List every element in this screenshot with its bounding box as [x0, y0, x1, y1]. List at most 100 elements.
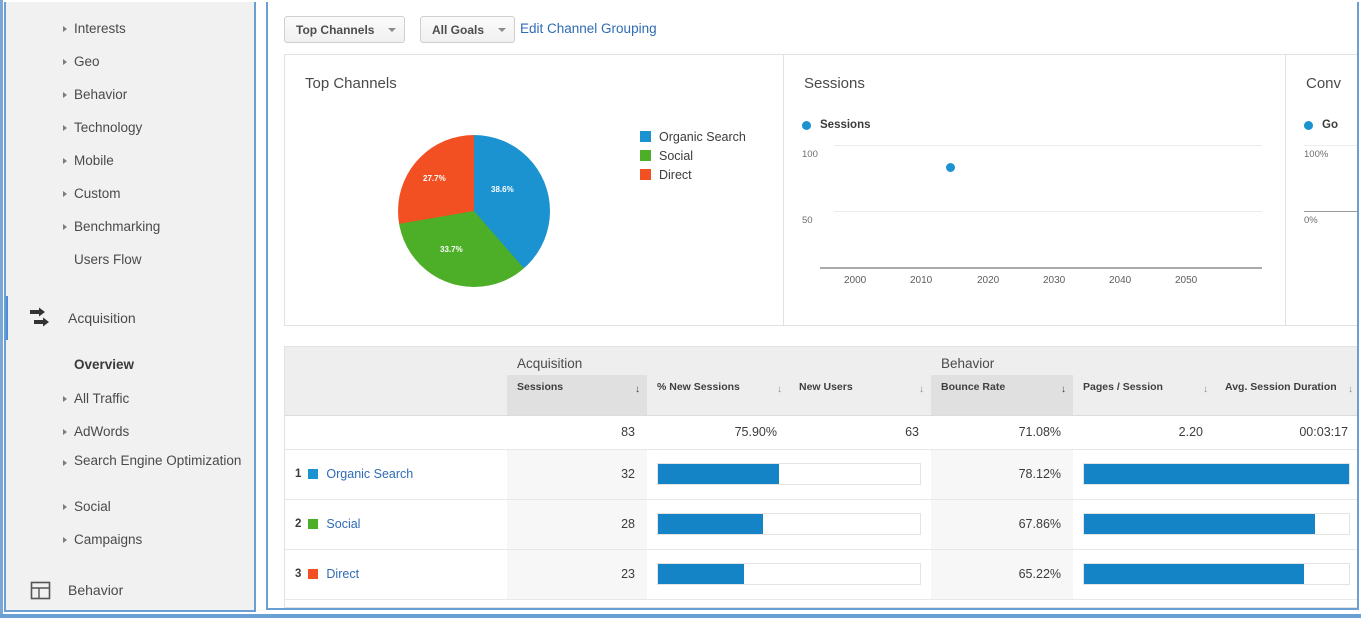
- column-header-sessions[interactable]: Sessions ↓: [507, 375, 647, 416]
- sidebar-item-label: Overview: [74, 356, 135, 372]
- legend-item-social[interactable]: Social: [640, 146, 746, 165]
- chevron-right-icon: [63, 536, 67, 543]
- sidebar-item-adwords[interactable]: AdWords: [6, 415, 254, 448]
- sidebar-item-custom[interactable]: Custom: [6, 177, 254, 210]
- goals-dropdown[interactable]: All Goals: [420, 16, 516, 43]
- sidebar-item-label: Users Flow: [74, 252, 142, 267]
- sessions-legend[interactable]: Sessions: [802, 119, 871, 131]
- column-header-dimension[interactable]: [285, 375, 507, 416]
- row-sessions-value: 32: [507, 449, 647, 500]
- sidebar-item-users-flow[interactable]: Users Flow: [6, 243, 254, 276]
- sidebar-item-label: Search Engine Optimization: [74, 453, 242, 468]
- sort-arrow-icon: ↓: [1348, 384, 1354, 395]
- row-channel-link[interactable]: Social: [326, 517, 360, 531]
- bar-fill: [658, 514, 763, 534]
- bar-track: [1083, 563, 1351, 585]
- legend-swatch-icon: [640, 169, 651, 180]
- gridline: [834, 145, 1262, 146]
- sidebar-item-label: Custom: [74, 186, 121, 201]
- conversions-plot[interactable]: 100% 0%: [1304, 135, 1357, 310]
- table-totals-row: 83 75.90% 63 71.08% 2.20 00:03:17: [285, 415, 1357, 450]
- legend-label: Organic Search: [659, 129, 746, 144]
- totals-new-sessions-pct: 75.90%: [647, 415, 789, 450]
- sidebar-item-geo[interactable]: Geo: [6, 45, 254, 78]
- x-axis-tick: 2030: [1043, 275, 1066, 286]
- conversions-legend[interactable]: Go: [1304, 119, 1338, 131]
- sessions-scatter-plot[interactable]: 100 50 2000 2010 2020 2030 2040 2050: [802, 135, 1262, 310]
- sidebar-item-campaigns[interactable]: Campaigns: [6, 523, 254, 556]
- table-row[interactable]: 3 Direct 23 65.22%: [285, 549, 1357, 600]
- sidebar-item-label: Mobile: [74, 153, 114, 168]
- column-header-bounce-rate[interactable]: Bounce Rate ↓: [931, 375, 1074, 416]
- row-bounce-rate-value: 67.86%: [931, 499, 1074, 550]
- sidebar-section-behavior[interactable]: Behavior: [6, 568, 254, 610]
- row-swatch-icon: [308, 569, 319, 579]
- column-header-new-sessions-pct[interactable]: % New Sessions ↓: [647, 375, 789, 416]
- gridline: [1304, 145, 1357, 146]
- chevron-right-icon: [63, 25, 67, 32]
- sidebar-item-search-engine-optimization[interactable]: Search Engine Optimization: [6, 448, 254, 490]
- chevron-right-icon: [63, 223, 67, 230]
- column-header-pages-per-session[interactable]: Pages / Session ↓: [1073, 375, 1216, 416]
- sidebar-item-interests[interactable]: Interests: [6, 12, 254, 45]
- group-header-acquisition: Acquisition: [507, 347, 932, 375]
- x-axis-tick: 2010: [910, 275, 933, 286]
- table-row[interactable]: 2 Social 28 67.86%: [285, 499, 1357, 550]
- sidebar-item-label: Behavior: [74, 87, 128, 102]
- row-channel-link[interactable]: Direct: [326, 567, 359, 581]
- row-dimension-cell[interactable]: 1 Organic Search: [285, 449, 507, 500]
- sort-arrow-icon: ↓: [635, 384, 640, 395]
- bar-fill: [1084, 514, 1315, 534]
- top-channels-pie-chart[interactable]: 38.6% 33.7% 27.7%: [398, 135, 550, 287]
- edit-channel-grouping-link[interactable]: Edit Channel Grouping: [520, 21, 657, 36]
- sidebar-item-technology[interactable]: Technology: [6, 111, 254, 144]
- row-bounce-rate-value: 78.12%: [931, 449, 1074, 500]
- totals-new-users: 63: [789, 415, 932, 450]
- totals-bounce-rate: 71.08%: [931, 415, 1074, 450]
- sidebar-item-mobile[interactable]: Mobile: [6, 144, 254, 177]
- legend-dot-icon: [1304, 120, 1313, 130]
- bar-track: [1083, 513, 1351, 535]
- x-axis-line: [820, 267, 1262, 269]
- bar-track: [657, 463, 922, 485]
- row-bounce-rate-value: 65.22%: [931, 549, 1074, 600]
- active-section-indicator: [6, 296, 8, 340]
- pie-slice-label-social: 33.7%: [440, 245, 463, 254]
- chevron-right-icon: [63, 190, 67, 197]
- channel-grouping-dropdown[interactable]: Top Channels: [284, 16, 406, 43]
- conversions-widget: Conv Go 100% 0%: [1286, 55, 1357, 325]
- main-content-panel: Top Channels All Goals Edit Channel Grou…: [266, 2, 1359, 610]
- sidebar-item-overview[interactable]: Overview: [6, 346, 254, 382]
- sidebar-item-all-traffic[interactable]: All Traffic: [6, 382, 254, 415]
- legend-label: Direct: [659, 167, 692, 182]
- sidebar-item-label: Campaigns: [74, 532, 143, 547]
- column-header-new-users[interactable]: New Users ↓: [789, 375, 932, 416]
- sidebar-item-label: Technology: [74, 120, 143, 135]
- pie-slice-label-direct: 27.7%: [423, 174, 446, 183]
- acquisition-arrows-icon: [28, 306, 52, 330]
- column-header-avg-session-duration[interactable]: Avg. Session Duration ↓: [1215, 375, 1357, 416]
- bar-fill: [658, 464, 779, 484]
- sidebar-section-label: Acquisition: [68, 310, 136, 326]
- table-row[interactable]: 1 Organic Search 32 78.12%: [285, 449, 1357, 500]
- sidebar-item-behavior-sub[interactable]: Behavior: [6, 78, 254, 111]
- gridline: [834, 211, 1262, 212]
- table-group-header-row: Acquisition Behavior: [285, 347, 1357, 375]
- legend-swatch-icon: [640, 150, 651, 161]
- top-channels-widget: Top Channels 38.6% 33.7% 27.7% Organic S…: [285, 55, 784, 325]
- sidebar-item-social[interactable]: Social: [6, 490, 254, 523]
- bar-track: [1083, 463, 1351, 485]
- sort-arrow-icon: ↓: [1061, 384, 1067, 395]
- channels-data-table[interactable]: Acquisition Behavior Sessions ↓ % New Se…: [284, 346, 1357, 608]
- legend-dot-icon: [802, 120, 811, 130]
- row-dimension-cell[interactable]: 2 Social: [285, 499, 507, 550]
- sidebar-item-benchmarking[interactable]: Benchmarking: [6, 210, 254, 243]
- row-bounce-bar: [1073, 549, 1357, 600]
- legend-item-organic-search[interactable]: Organic Search: [640, 127, 746, 146]
- row-channel-link[interactable]: Organic Search: [326, 467, 413, 481]
- legend-item-direct[interactable]: Direct: [640, 165, 746, 184]
- sidebar-section-acquisition[interactable]: Acquisition: [6, 296, 254, 340]
- row-dimension-cell[interactable]: 3 Direct: [285, 549, 507, 600]
- data-point-sessions[interactable]: [946, 163, 955, 172]
- legend-swatch-icon: [640, 131, 651, 142]
